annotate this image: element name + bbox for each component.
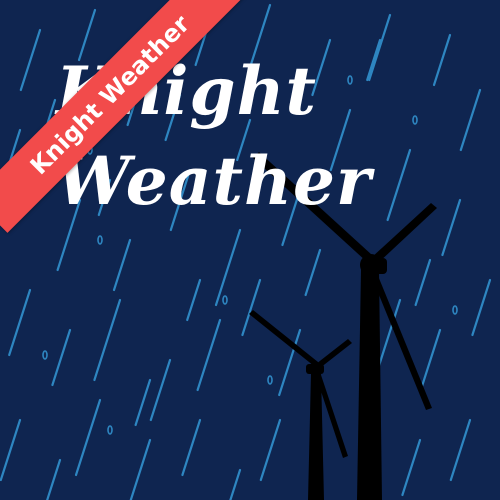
app-icon: Knight Weather Knight Weather: [0, 0, 500, 500]
title-line-2: Weather: [56, 142, 372, 220]
